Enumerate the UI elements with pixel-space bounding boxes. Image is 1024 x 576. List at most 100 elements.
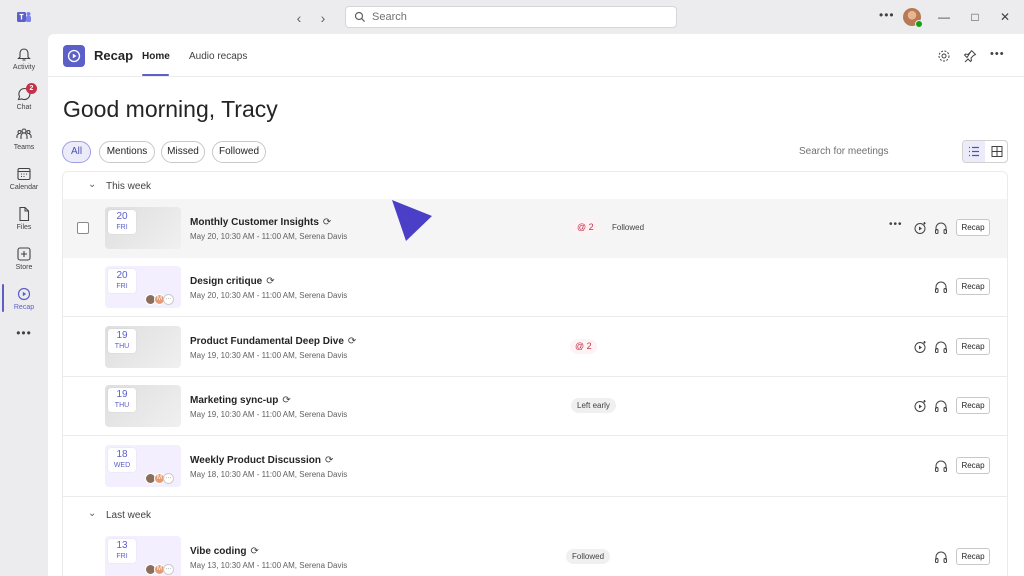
- tab-active-underline: [142, 74, 169, 76]
- play-recap-sparkle-icon[interactable]: [913, 399, 927, 413]
- recurring-icon: ⟳: [266, 276, 275, 287]
- headphones-icon[interactable]: [934, 221, 948, 235]
- more-apps-icon[interactable]: •••: [0, 326, 48, 340]
- recap-button[interactable]: Recap: [956, 397, 990, 414]
- more-options-icon[interactable]: •••: [879, 8, 895, 22]
- date-weekday: THU: [114, 343, 130, 350]
- rail-item-activity[interactable]: Activity: [0, 40, 48, 80]
- recap-app-icon: [63, 45, 85, 67]
- rail-item-chat[interactable]: 2 Chat: [0, 80, 48, 120]
- participant-avatars: M ···: [145, 294, 179, 305]
- recap-button[interactable]: Recap: [956, 219, 990, 236]
- status-followed: Followed: [566, 549, 611, 564]
- headphones-icon[interactable]: [934, 399, 948, 413]
- section-last-week[interactable]: ⌄ Last week: [88, 508, 152, 521]
- chevron-down-icon: ⌄: [88, 179, 97, 190]
- minimize-icon[interactable]: —: [937, 10, 951, 24]
- date-card: 20 FRI: [108, 269, 136, 293]
- status-followed: Followed: [612, 223, 645, 232]
- date-day: 19: [116, 389, 128, 400]
- pointer-cursor-icon: [392, 200, 432, 241]
- app-rail: Activity 2 Chat Teams Calendar Files Sto…: [0, 34, 48, 576]
- meeting-row[interactable]: 19 THU Marketing sync-up ⟳ May 19, 10:30 …: [63, 377, 1007, 436]
- app-header: Recap Home Audio recaps •••: [48, 34, 1024, 77]
- section-this-week[interactable]: ⌄ This week: [88, 179, 152, 192]
- recurring-icon: ⟳: [347, 336, 357, 347]
- tab-home[interactable]: Home: [142, 51, 170, 62]
- filter-followed[interactable]: Followed: [212, 141, 266, 163]
- meeting-thumbnail: 13 FRI M ···: [105, 536, 181, 576]
- meeting-thumbnail: 20 FRI M ···: [105, 266, 181, 308]
- maximize-icon[interactable]: □: [968, 10, 982, 24]
- headphones-icon[interactable]: [934, 550, 948, 564]
- user-avatar[interactable]: [903, 8, 923, 28]
- recap-button[interactable]: Recap: [956, 278, 990, 295]
- date-card: 19 THU: [108, 388, 136, 412]
- row-more-options-icon[interactable]: •••: [889, 219, 903, 230]
- meeting-subtitle: May 19, 10:30 AM - 11:00 AM, Serena Davi…: [190, 410, 348, 419]
- filter-missed[interactable]: Missed: [161, 141, 205, 163]
- rail-item-store[interactable]: Store: [0, 240, 48, 280]
- recap-button[interactable]: Recap: [956, 548, 990, 565]
- close-icon[interactable]: ✕: [998, 10, 1012, 24]
- section-label: Last week: [106, 510, 152, 521]
- rail-label-activity: Activity: [12, 64, 36, 71]
- list-view-button[interactable]: [963, 141, 985, 162]
- meeting-row[interactable]: 20 FRI M ··· Design critique ⟳ May 20, 10…: [63, 258, 1007, 317]
- rail-item-recap[interactable]: Recap: [0, 280, 48, 320]
- meeting-subtitle: May 18, 10:30 AM - 11:00 AM, Serena Davi…: [190, 470, 348, 479]
- meeting-title[interactable]: Monthly Customer Insights ⟳: [190, 217, 331, 228]
- grid-view-button[interactable]: [986, 141, 1008, 162]
- meeting-title[interactable]: Design critique ⟳: [190, 276, 275, 287]
- play-recap-sparkle-icon[interactable]: [913, 340, 927, 354]
- meeting-title[interactable]: Marketing sync-up ⟳: [190, 395, 291, 406]
- headphones-icon[interactable]: [934, 459, 948, 473]
- meeting-search-input[interactable]: Search for meetings: [799, 146, 889, 157]
- meeting-title[interactable]: Product Fundamental Deep Dive ⟳: [190, 336, 356, 347]
- meeting-title[interactable]: Vibe coding ⟳: [190, 546, 259, 557]
- teams-logo-icon: [17, 12, 31, 22]
- meeting-title[interactable]: Weekly Product Discussion ⟳: [190, 455, 333, 466]
- rail-label-recap: Recap: [13, 304, 35, 311]
- global-search-placeholder: Search: [372, 11, 407, 23]
- row-checkbox[interactable]: [77, 222, 89, 234]
- play-recap-sparkle-icon[interactable]: [913, 221, 927, 235]
- date-card: 19 THU: [108, 329, 136, 353]
- view-toggle: [962, 140, 1008, 163]
- status-left-early: Left early: [571, 398, 616, 413]
- meeting-title-text: Design critique: [190, 276, 263, 287]
- date-weekday: FRI: [116, 283, 128, 290]
- meeting-row[interactable]: 13 FRI M ··· Vibe coding ⟳ May 13, 10:30 …: [63, 528, 1007, 576]
- meeting-row[interactable]: 18 WED M ··· Weekly Product Discussion ⟳ …: [63, 437, 1007, 496]
- store-icon: [17, 247, 31, 261]
- rail-label-files: Files: [16, 224, 32, 231]
- global-search-input[interactable]: Search: [345, 6, 677, 28]
- meeting-subtitle: May 19, 10:30 AM - 11:00 AM, Serena Davi…: [190, 351, 348, 360]
- date-card: 18 WED: [108, 448, 136, 472]
- title-bar: ‹ › Search ••• — □ ✕: [0, 0, 1024, 34]
- search-icon: [354, 11, 366, 23]
- tab-audio-recaps[interactable]: Audio recaps: [189, 51, 247, 62]
- section-label: This week: [106, 181, 152, 192]
- filter-mentions[interactable]: Mentions: [99, 141, 155, 163]
- date-weekday: FRI: [116, 553, 128, 560]
- meeting-row[interactable]: 19 THU Product Fundamental Deep Dive ⟳ Ma…: [63, 318, 1007, 377]
- section-divider: [63, 496, 1007, 497]
- recap-button[interactable]: Recap: [956, 457, 990, 474]
- headphones-icon[interactable]: [934, 340, 948, 354]
- presence-available-icon: [915, 20, 923, 28]
- headphones-icon[interactable]: [934, 280, 948, 294]
- pin-icon[interactable]: [963, 49, 977, 63]
- meeting-title-text: Product Fundamental Deep Dive: [190, 336, 344, 347]
- forward-arrow-icon[interactable]: ›: [316, 10, 330, 26]
- back-arrow-icon[interactable]: ‹: [292, 10, 306, 26]
- meeting-row[interactable]: 20 FRI Monthly Customer Insights ⟳ May 20…: [63, 199, 1007, 258]
- chevron-down-icon: ⌄: [88, 508, 97, 519]
- settings-gear-icon[interactable]: [937, 49, 951, 63]
- recap-button[interactable]: Recap: [956, 338, 990, 355]
- rail-item-teams[interactable]: Teams: [0, 120, 48, 160]
- app-more-options-icon[interactable]: •••: [990, 48, 1005, 60]
- rail-item-calendar[interactable]: Calendar: [0, 160, 48, 200]
- rail-item-files[interactable]: Files: [0, 200, 48, 240]
- filter-all[interactable]: All: [62, 141, 91, 163]
